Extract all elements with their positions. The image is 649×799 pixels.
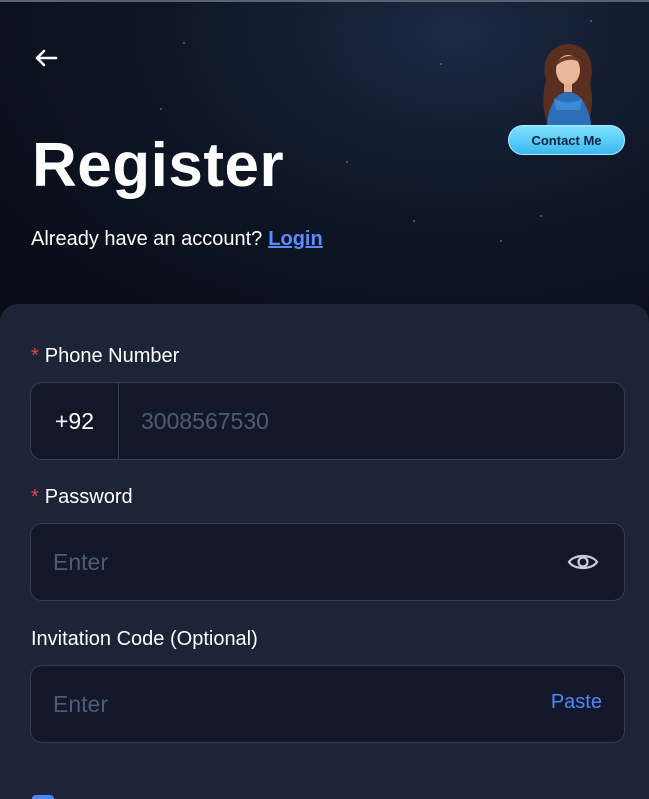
star-dot xyxy=(346,161,348,163)
star-dot xyxy=(413,220,415,222)
phone-label: * Phone Number xyxy=(31,345,179,368)
agent-avatar xyxy=(543,44,593,132)
country-code[interactable]: +92 xyxy=(31,383,119,459)
paste-button[interactable]: Paste xyxy=(551,691,602,714)
phone-input[interactable] xyxy=(141,383,611,459)
star-dot xyxy=(440,63,442,65)
header-area: Register Already have an account? Login C… xyxy=(0,0,649,320)
star-dot xyxy=(540,215,542,217)
required-mark: * xyxy=(31,345,39,367)
phone-field: +92 xyxy=(30,382,625,460)
arrow-left-icon xyxy=(35,49,58,67)
password-label-text: Password xyxy=(44,486,133,508)
contact-me-button[interactable]: Contact Me xyxy=(508,125,625,155)
top-divider xyxy=(0,0,649,2)
required-mark: * xyxy=(31,486,39,508)
login-link[interactable]: Login xyxy=(268,228,322,250)
star-dot xyxy=(183,42,185,44)
password-input[interactable] xyxy=(53,524,553,600)
terms-checkbox[interactable] xyxy=(32,795,54,799)
eye-icon xyxy=(567,554,599,570)
login-prompt-text: Already have an account? xyxy=(31,228,263,250)
star-dot xyxy=(590,20,592,22)
invitation-label: Invitation Code (Optional) xyxy=(31,628,258,650)
password-label: * Password xyxy=(31,486,133,509)
invitation-field: Paste xyxy=(30,665,625,743)
phone-label-text: Phone Number xyxy=(44,345,180,367)
page-title: Register xyxy=(32,131,285,200)
back-button[interactable] xyxy=(30,44,62,72)
login-prompt: Already have an account? Login xyxy=(31,228,323,251)
star-dot xyxy=(160,108,162,110)
star-dot xyxy=(500,240,502,242)
password-field xyxy=(30,523,625,601)
invitation-input[interactable] xyxy=(53,666,533,742)
show-password-toggle[interactable] xyxy=(566,547,600,577)
contact-widget[interactable]: Contact Me xyxy=(508,40,626,156)
